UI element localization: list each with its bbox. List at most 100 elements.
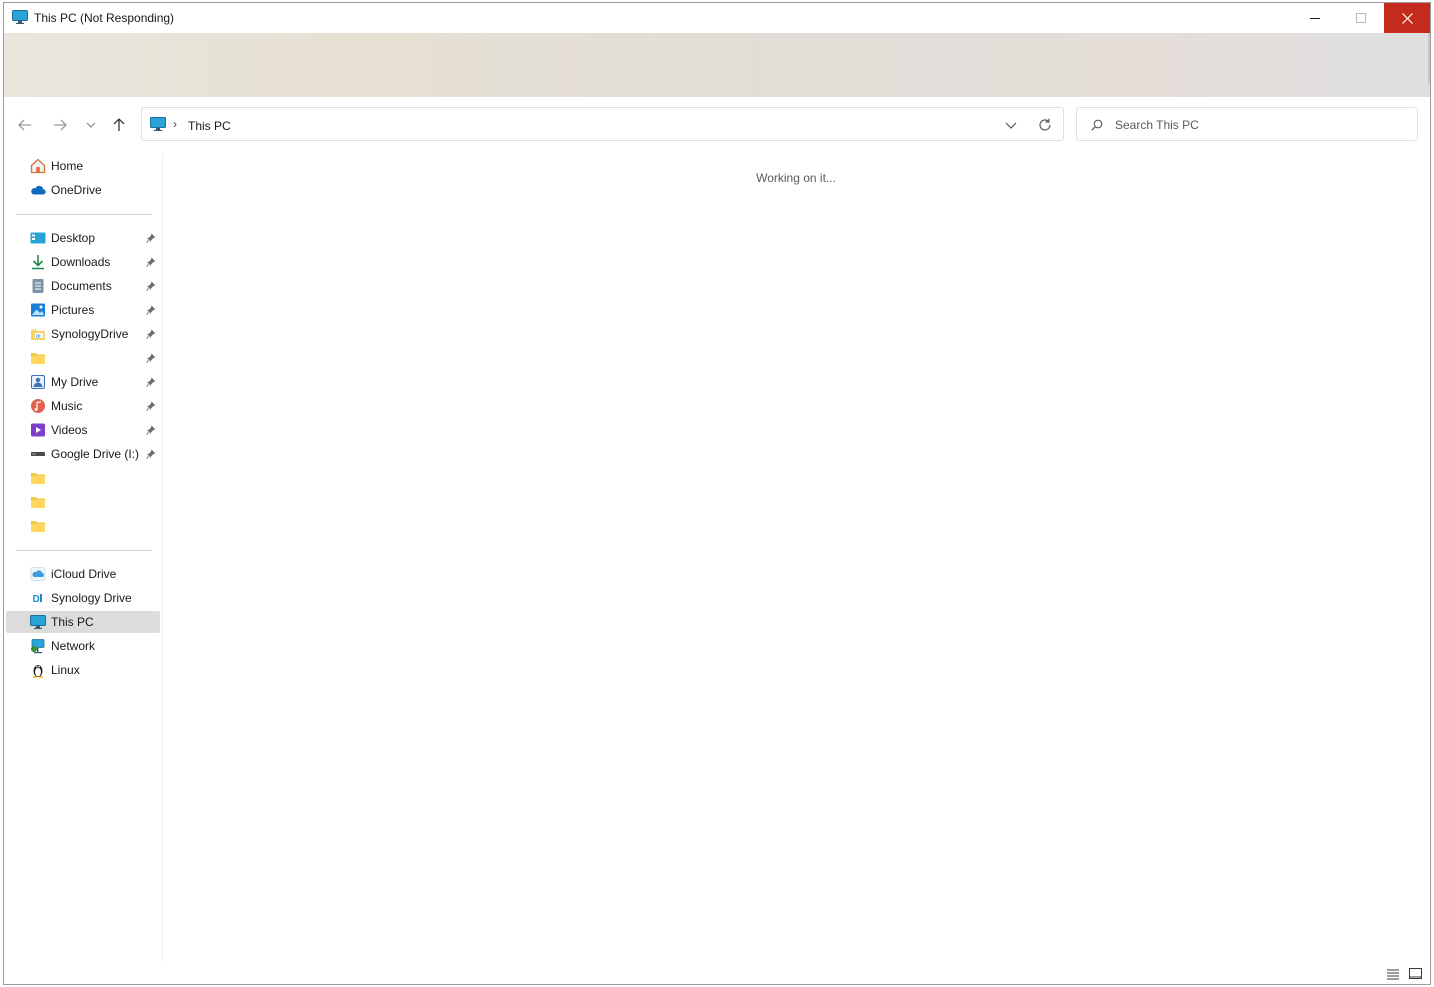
sidebar-item-icloud-drive[interactable]: iCloud Drive (6, 563, 160, 585)
chevron-down-icon (86, 122, 96, 128)
sidebar-divider (16, 550, 152, 551)
address-bar[interactable]: › This PC (141, 107, 1064, 141)
large-icons-view-button[interactable] (1407, 967, 1423, 981)
recent-locations-button[interactable] (81, 115, 101, 135)
refresh-icon[interactable] (1037, 117, 1053, 133)
pin-icon[interactable] (146, 353, 156, 363)
pin-icon[interactable] (146, 305, 156, 315)
sidebar-item-folder[interactable] (6, 347, 160, 369)
search-box[interactable] (1076, 107, 1418, 141)
sidebar-item-label: iCloud Drive (51, 567, 117, 581)
linux-icon (30, 662, 46, 678)
details-view-button[interactable] (1385, 967, 1401, 981)
back-button[interactable] (15, 115, 35, 135)
folder-icon (30, 494, 46, 510)
sidebar-item-downloads[interactable]: Downloads (6, 251, 160, 273)
pin-icon[interactable] (146, 329, 156, 339)
file-explorer-window: This PC (Not Responding) › This PC Searc… (3, 2, 1431, 985)
folder-icon (30, 470, 46, 486)
synology-folder-icon: DI (30, 326, 46, 342)
sidebar-item-label: Downloads (51, 255, 111, 269)
sidebar-divider (16, 214, 152, 215)
sidebar-item-home[interactable]: Home (6, 155, 160, 177)
chevron-down-icon[interactable] (1004, 118, 1018, 132)
sidebar-item-label: Desktop (51, 231, 96, 245)
pin-icon[interactable] (146, 281, 156, 291)
sidebar-item-label: This PC (51, 615, 94, 629)
synology-drive-icon: D (30, 590, 46, 606)
tab-bar-area (4, 33, 1430, 97)
my-drive-icon (30, 374, 46, 390)
downloads-icon (30, 254, 46, 270)
maximize-button[interactable] (1338, 3, 1384, 33)
sidebar-item-synologydrive[interactable]: DI SynologyDrive (6, 323, 160, 345)
sidebar-item-label: Linux (51, 663, 80, 677)
title-bar[interactable]: This PC (Not Responding) (4, 3, 1430, 33)
pin-icon[interactable] (146, 257, 156, 267)
breadcrumb-this-pc[interactable]: This PC (188, 119, 231, 133)
svg-text:D: D (33, 594, 40, 605)
desktop-icon (30, 230, 46, 246)
sidebar-item-linux[interactable]: Linux (6, 659, 160, 681)
minimize-button[interactable] (1292, 3, 1338, 33)
pin-icon[interactable] (146, 401, 156, 411)
close-button[interactable] (1384, 3, 1430, 33)
sidebar-item-google-drive[interactable]: Google Drive (I:) (6, 443, 160, 465)
sidebar-item-label: My Drive (51, 375, 99, 389)
music-icon (30, 398, 46, 414)
icloud-icon (30, 566, 46, 582)
sidebar-item-network[interactable]: Network (6, 635, 160, 657)
pin-icon[interactable] (146, 425, 156, 435)
large-icons-view-icon (1408, 968, 1422, 979)
sidebar-item-pictures[interactable]: Pictures (6, 299, 160, 321)
details-view-icon (1387, 969, 1399, 980)
breadcrumb-separator-icon[interactable]: › (173, 117, 177, 131)
sidebar-item-videos[interactable]: Videos (6, 419, 160, 441)
network-icon (30, 638, 46, 654)
sidebar-item-my-drive[interactable]: My Drive (6, 371, 160, 393)
documents-icon (30, 278, 46, 294)
arrow-up-icon (113, 118, 125, 131)
sidebar-item-label: Google Drive (I:) (51, 447, 140, 461)
sidebar-item-documents[interactable]: Documents (6, 275, 160, 297)
this-pc-icon (12, 10, 28, 24)
sidebar-item-label: Videos (51, 423, 88, 437)
sidebar-item-this-pc[interactable]: This PC (6, 611, 160, 633)
sidebar-item-desktop[interactable]: Desktop (6, 227, 160, 249)
drive-icon (30, 446, 46, 462)
sidebar-item-folder[interactable] (6, 515, 160, 537)
pin-icon[interactable] (146, 233, 156, 243)
up-button[interactable] (109, 115, 129, 135)
pictures-icon (30, 302, 46, 318)
navigation-pane: Home OneDrive Desktop Downloads Document… (4, 151, 162, 961)
sidebar-item-folder[interactable] (6, 467, 160, 489)
sidebar-item-label: Home (51, 159, 84, 173)
pin-icon[interactable] (146, 449, 156, 459)
search-input[interactable] (1115, 116, 1405, 134)
sidebar-item-label: Synology Drive (51, 591, 132, 605)
window-title: This PC (Not Responding) (34, 11, 175, 25)
loading-status: Working on it... (756, 171, 836, 185)
sidebar-item-onedrive[interactable]: OneDrive (6, 179, 160, 201)
sidebar-item-label: OneDrive (51, 183, 102, 197)
onedrive-icon (30, 182, 46, 198)
search-icon (1091, 119, 1103, 131)
minimize-icon (1310, 18, 1320, 19)
pin-icon[interactable] (146, 377, 156, 387)
arrow-right-icon (54, 119, 67, 131)
sidebar-item-label: Network (51, 639, 96, 653)
svg-text:DI: DI (36, 333, 41, 338)
window-edge (1428, 33, 1430, 83)
sidebar-item-label: Pictures (51, 303, 95, 317)
sidebar-item-folder[interactable] (6, 491, 160, 513)
sidebar-item-label: SynologyDrive (51, 327, 129, 341)
maximize-icon (1356, 13, 1366, 23)
sidebar-item-music[interactable]: Music (6, 395, 160, 417)
folder-icon (30, 518, 46, 534)
forward-button[interactable] (50, 115, 70, 135)
folder-icon (30, 350, 46, 366)
this-pc-icon (150, 117, 166, 131)
sidebar-item-synology-drive[interactable]: D Synology Drive (6, 587, 160, 609)
content-pane[interactable]: Working on it... (163, 151, 1429, 961)
sidebar-item-label: Music (51, 399, 83, 413)
